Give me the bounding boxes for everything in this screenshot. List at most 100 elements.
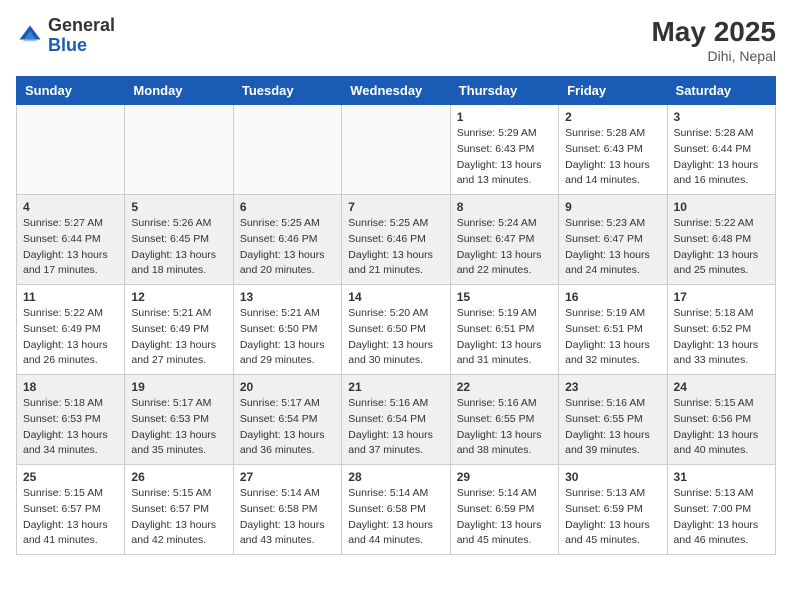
day-info: Sunrise: 5:15 AM Sunset: 6:57 PM Dayligh… — [131, 486, 226, 549]
day-number: 28 — [348, 470, 443, 484]
day-number: 26 — [131, 470, 226, 484]
calendar-cell — [342, 105, 450, 195]
calendar-cell: 20 Sunrise: 5:17 AM Sunset: 6:54 PM Dayli… — [233, 375, 341, 465]
day-info: Sunrise: 5:19 AM Sunset: 6:51 PM Dayligh… — [565, 306, 660, 369]
day-info: Sunrise: 5:22 AM Sunset: 6:48 PM Dayligh… — [674, 216, 769, 279]
calendar-cell: 13 Sunrise: 5:21 AM Sunset: 6:50 PM Dayli… — [233, 285, 341, 375]
calendar-cell: 4 Sunrise: 5:27 AM Sunset: 6:44 PM Daylig… — [17, 195, 125, 285]
logo-icon — [16, 22, 44, 50]
calendar-cell — [17, 105, 125, 195]
calendar-cell: 15 Sunrise: 5:19 AM Sunset: 6:51 PM Dayli… — [450, 285, 558, 375]
day-info: Sunrise: 5:16 AM Sunset: 6:54 PM Dayligh… — [348, 396, 443, 459]
calendar-cell: 2 Sunrise: 5:28 AM Sunset: 6:43 PM Daylig… — [559, 105, 667, 195]
calendar-cell: 27Sunrise: 5:14 AM Sunset: 6:58 PM Dayli… — [233, 465, 341, 555]
calendar-week-row: 4 Sunrise: 5:27 AM Sunset: 6:44 PM Daylig… — [17, 195, 776, 285]
day-info: Sunrise: 5:16 AM Sunset: 6:55 PM Dayligh… — [565, 396, 660, 459]
day-number: 4 — [23, 200, 118, 214]
day-number: 3 — [674, 110, 769, 124]
day-number: 12 — [131, 290, 226, 304]
day-number: 2 — [565, 110, 660, 124]
calendar-cell: 5Sunrise: 5:26 AM Sunset: 6:45 PM Daylig… — [125, 195, 233, 285]
calendar-cell: 18Sunrise: 5:18 AM Sunset: 6:53 PM Dayli… — [17, 375, 125, 465]
day-number: 7 — [348, 200, 443, 214]
day-info: Sunrise: 5:13 AM Sunset: 6:59 PM Dayligh… — [565, 486, 660, 549]
day-number: 6 — [240, 200, 335, 214]
calendar-cell: 22 Sunrise: 5:16 AM Sunset: 6:55 PM Dayli… — [450, 375, 558, 465]
day-number: 24 — [674, 380, 769, 394]
calendar-cell: 16 Sunrise: 5:19 AM Sunset: 6:51 PM Dayli… — [559, 285, 667, 375]
weekday-header-monday: Monday — [125, 77, 233, 105]
day-info: Sunrise: 5:17 AM Sunset: 6:54 PM Dayligh… — [240, 396, 335, 459]
day-number: 9 — [565, 200, 660, 214]
day-info: Sunrise: 5:20 AM Sunset: 6:50 PM Dayligh… — [348, 306, 443, 369]
weekday-header-tuesday: Tuesday — [233, 77, 341, 105]
day-info: Sunrise: 5:15 AM Sunset: 6:57 PM Dayligh… — [23, 486, 118, 549]
day-number: 17 — [674, 290, 769, 304]
day-info: Sunrise: 5:23 AM Sunset: 6:47 PM Dayligh… — [565, 216, 660, 279]
calendar-cell: 7Sunrise: 5:25 AM Sunset: 6:46 PM Daylig… — [342, 195, 450, 285]
day-number: 23 — [565, 380, 660, 394]
day-info: Sunrise: 5:19 AM Sunset: 6:51 PM Dayligh… — [457, 306, 552, 369]
logo-general: General — [48, 15, 115, 35]
logo-text: General Blue — [48, 16, 115, 56]
day-info: Sunrise: 5:21 AM Sunset: 6:50 PM Dayligh… — [240, 306, 335, 369]
day-info: Sunrise: 5:29 AM Sunset: 6:43 PM Dayligh… — [457, 126, 552, 189]
day-info: Sunrise: 5:26 AM Sunset: 6:45 PM Dayligh… — [131, 216, 226, 279]
day-number: 29 — [457, 470, 552, 484]
day-number: 11 — [23, 290, 118, 304]
day-info: Sunrise: 5:22 AM Sunset: 6:49 PM Dayligh… — [23, 306, 118, 369]
calendar-cell: 21 Sunrise: 5:16 AM Sunset: 6:54 PM Dayli… — [342, 375, 450, 465]
calendar-cell: 25Sunrise: 5:15 AM Sunset: 6:57 PM Dayli… — [17, 465, 125, 555]
calendar-table: SundayMondayTuesdayWednesdayThursdayFrid… — [16, 76, 776, 555]
calendar-cell — [233, 105, 341, 195]
calendar-cell: 31Sunrise: 5:13 AM Sunset: 7:00 PM Dayli… — [667, 465, 775, 555]
calendar-cell: 9 Sunrise: 5:23 AM Sunset: 6:47 PM Daylig… — [559, 195, 667, 285]
day-number: 10 — [674, 200, 769, 214]
month-year: May 2025 — [651, 16, 776, 48]
day-info: Sunrise: 5:28 AM Sunset: 6:43 PM Dayligh… — [565, 126, 660, 189]
day-info: Sunrise: 5:24 AM Sunset: 6:47 PM Dayligh… — [457, 216, 552, 279]
day-info: Sunrise: 5:14 AM Sunset: 6:59 PM Dayligh… — [457, 486, 552, 549]
calendar-cell: 12Sunrise: 5:21 AM Sunset: 6:49 PM Dayli… — [125, 285, 233, 375]
day-number: 20 — [240, 380, 335, 394]
calendar-cell: 29 Sunrise: 5:14 AM Sunset: 6:59 PM Dayli… — [450, 465, 558, 555]
weekday-header-sunday: Sunday — [17, 77, 125, 105]
page-header: General Blue May 2025 Dihi, Nepal — [16, 16, 776, 64]
calendar-week-row: 11 Sunrise: 5:22 AM Sunset: 6:49 PM Dayli… — [17, 285, 776, 375]
day-number: 27 — [240, 470, 335, 484]
day-number: 30 — [565, 470, 660, 484]
weekday-header-friday: Friday — [559, 77, 667, 105]
calendar-cell: 17Sunrise: 5:18 AM Sunset: 6:52 PM Dayli… — [667, 285, 775, 375]
weekday-header-wednesday: Wednesday — [342, 77, 450, 105]
day-number: 15 — [457, 290, 552, 304]
calendar-cell: 24 Sunrise: 5:15 AM Sunset: 6:56 PM Dayli… — [667, 375, 775, 465]
calendar-cell: 19Sunrise: 5:17 AM Sunset: 6:53 PM Dayli… — [125, 375, 233, 465]
day-number: 16 — [565, 290, 660, 304]
calendar-cell: 26 Sunrise: 5:15 AM Sunset: 6:57 PM Dayli… — [125, 465, 233, 555]
calendar-cell: 14 Sunrise: 5:20 AM Sunset: 6:50 PM Dayli… — [342, 285, 450, 375]
day-info: Sunrise: 5:25 AM Sunset: 6:46 PM Dayligh… — [240, 216, 335, 279]
calendar-cell: 1 Sunrise: 5:29 AM Sunset: 6:43 PM Daylig… — [450, 105, 558, 195]
calendar-week-row: 25Sunrise: 5:15 AM Sunset: 6:57 PM Dayli… — [17, 465, 776, 555]
weekday-header-saturday: Saturday — [667, 77, 775, 105]
calendar-week-row: 1 Sunrise: 5:29 AM Sunset: 6:43 PM Daylig… — [17, 105, 776, 195]
day-number: 8 — [457, 200, 552, 214]
day-number: 31 — [674, 470, 769, 484]
calendar-cell: 6 Sunrise: 5:25 AM Sunset: 6:46 PM Daylig… — [233, 195, 341, 285]
day-info: Sunrise: 5:18 AM Sunset: 6:53 PM Dayligh… — [23, 396, 118, 459]
day-number: 1 — [457, 110, 552, 124]
day-number: 21 — [348, 380, 443, 394]
day-number: 13 — [240, 290, 335, 304]
day-info: Sunrise: 5:15 AM Sunset: 6:56 PM Dayligh… — [674, 396, 769, 459]
day-number: 22 — [457, 380, 552, 394]
calendar-cell — [125, 105, 233, 195]
day-info: Sunrise: 5:14 AM Sunset: 6:58 PM Dayligh… — [348, 486, 443, 549]
calendar-cell: 10 Sunrise: 5:22 AM Sunset: 6:48 PM Dayli… — [667, 195, 775, 285]
location: Dihi, Nepal — [651, 48, 776, 64]
calendar-cell: 3Sunrise: 5:28 AM Sunset: 6:44 PM Daylig… — [667, 105, 775, 195]
day-number: 14 — [348, 290, 443, 304]
calendar-cell: 23 Sunrise: 5:16 AM Sunset: 6:55 PM Dayli… — [559, 375, 667, 465]
weekday-header-thursday: Thursday — [450, 77, 558, 105]
day-info: Sunrise: 5:16 AM Sunset: 6:55 PM Dayligh… — [457, 396, 552, 459]
day-info: Sunrise: 5:27 AM Sunset: 6:44 PM Dayligh… — [23, 216, 118, 279]
